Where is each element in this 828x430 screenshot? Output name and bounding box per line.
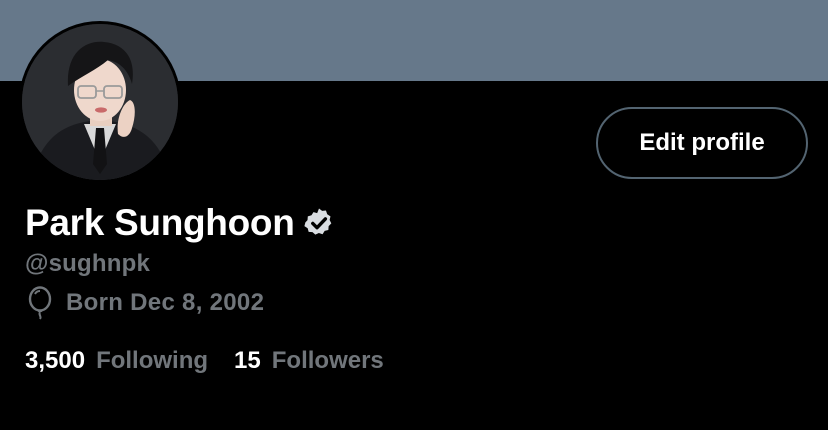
follow-stats: 3,500 Following 15 Followers <box>25 344 384 378</box>
followers-label: Followers <box>271 347 384 374</box>
avatar[interactable] <box>22 24 178 180</box>
followers-count: 15 <box>234 347 261 374</box>
display-name-row: Park Sunghoon <box>25 199 336 247</box>
followers-stat[interactable]: 15 Followers <box>234 347 384 375</box>
balloon-icon <box>25 286 55 320</box>
edit-profile-button[interactable]: Edit profile <box>596 107 808 179</box>
following-stat[interactable]: 3,500 Following <box>25 347 208 375</box>
verified-badge-icon[interactable] <box>302 206 336 240</box>
birthday-text: Born Dec 8, 2002 <box>66 289 265 316</box>
username-handle: @sughnpk <box>25 250 150 277</box>
following-count: 3,500 <box>25 347 86 374</box>
avatar-photo <box>22 24 178 180</box>
display-name: Park Sunghoon <box>25 202 295 243</box>
birthday-row: Born Dec 8, 2002 <box>25 286 264 320</box>
following-label: Following <box>96 347 209 374</box>
